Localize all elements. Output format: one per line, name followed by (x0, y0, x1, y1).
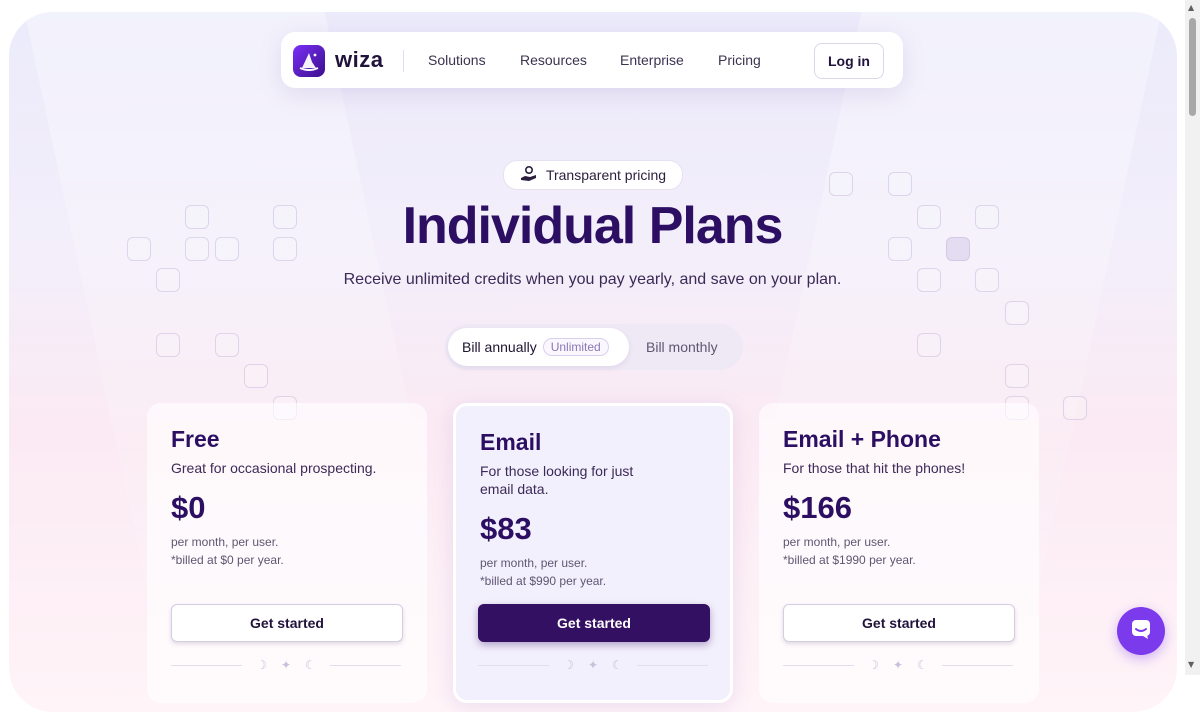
bill-monthly-option[interactable]: Bill monthly (646, 339, 718, 355)
nav-link-enterprise[interactable]: Enterprise (620, 52, 684, 68)
nav-link-pricing[interactable]: Pricing (718, 52, 761, 68)
sparkle-icon: ✦ (587, 658, 599, 672)
moon-icon: ☾ (305, 658, 316, 672)
chat-bubble-icon (1129, 617, 1153, 645)
decorative-tile (1005, 364, 1029, 388)
hand-coin-icon (520, 165, 538, 185)
plan-price: $166 (783, 490, 852, 525)
billing-toggle: Bill annually Unlimited Bill monthly (445, 324, 743, 370)
nav-link-solutions[interactable]: Solutions (428, 52, 486, 68)
badge-label: Transparent pricing (545, 167, 667, 183)
decorative-tile (244, 364, 268, 388)
plan-price: $83 (480, 511, 532, 546)
plan-billed: *billed at $990 per year. (480, 574, 607, 588)
plan-name: Free (171, 426, 220, 452)
unlimited-pill: Unlimited (542, 338, 609, 356)
page-title: Individual Plans (402, 197, 784, 255)
decorative-tile (829, 172, 853, 196)
moon-icon: ☾ (917, 658, 928, 672)
plan-note: per month, per user. *billed at $1990 pe… (783, 533, 1015, 569)
nav-divider (403, 50, 404, 72)
moon-icon: ☽ (563, 658, 574, 672)
scrollbar-thumb[interactable] (1189, 18, 1196, 116)
chat-launcher-button[interactable] (1117, 607, 1165, 655)
card-divider: ☽ ✦ ☾ (783, 657, 1013, 673)
plan-description: For those looking for just email data. (480, 463, 634, 497)
decorative-tile (215, 333, 239, 357)
decorative-tile (888, 172, 912, 196)
plan-billed: *billed at $0 per year. (171, 553, 284, 567)
wizard-hat-icon[interactable] (293, 45, 325, 77)
get-started-button-email-phone[interactable]: Get started (783, 604, 1015, 642)
plan-card-free: Free Great for occasional prospecting. $… (147, 403, 427, 703)
decorative-tile (1005, 301, 1029, 325)
scroll-up-arrow-icon[interactable]: ▲ (1188, 4, 1194, 12)
page-subtitle: Receive unlimited credits when you pay y… (343, 271, 842, 288)
nav-link-resources[interactable]: Resources (520, 52, 587, 68)
plan-description: For those that hit the phones! (783, 460, 966, 476)
plan-note: per month, per user. *billed at $990 per… (480, 554, 706, 590)
plan-period: per month, per user. (783, 535, 891, 549)
decorative-tile (1063, 396, 1087, 420)
sparkle-icon: ✦ (280, 658, 292, 672)
page-scrollbar[interactable]: ▲ ▼ (1185, 0, 1200, 675)
bill-annually-label: Bill annually (462, 339, 537, 355)
plan-description: Great for occasional prospecting. (171, 460, 377, 476)
plan-name: Email (480, 429, 542, 455)
moon-icon: ☽ (256, 658, 267, 672)
moon-icon: ☾ (612, 658, 623, 672)
decorative-tile (156, 333, 180, 357)
get-started-button-email[interactable]: Get started (478, 604, 710, 642)
plan-billed: *billed at $1990 per year. (783, 553, 916, 567)
sparkle-icon: ✦ (892, 658, 904, 672)
scroll-down-arrow-icon[interactable]: ▼ (1188, 661, 1194, 669)
bill-annually-option[interactable]: Bill annually Unlimited (448, 328, 629, 366)
card-divider: ☽ ✦ ☾ (478, 657, 708, 673)
card-divider: ☽ ✦ ☾ (171, 657, 401, 673)
login-button[interactable]: Log in (814, 43, 884, 79)
top-navbar: wiza Solutions Resources Enterprise Pric… (281, 32, 903, 88)
plan-period: per month, per user. (171, 535, 279, 549)
transparent-pricing-badge: Transparent pricing (503, 160, 683, 190)
plan-name: Email + Phone (783, 426, 941, 452)
plan-period: per month, per user. (480, 556, 588, 570)
plan-note: per month, per user. *billed at $0 per y… (171, 533, 403, 569)
moon-icon: ☽ (868, 658, 879, 672)
brand-name[interactable]: wiza (335, 47, 383, 73)
plan-price: $0 (171, 490, 206, 525)
decorative-tile (917, 333, 941, 357)
plan-card-email-phone: Email + Phone For those that hit the pho… (759, 403, 1039, 703)
get-started-button-free[interactable]: Get started (171, 604, 403, 642)
plan-card-email: Email For those looking for just email d… (453, 403, 733, 703)
